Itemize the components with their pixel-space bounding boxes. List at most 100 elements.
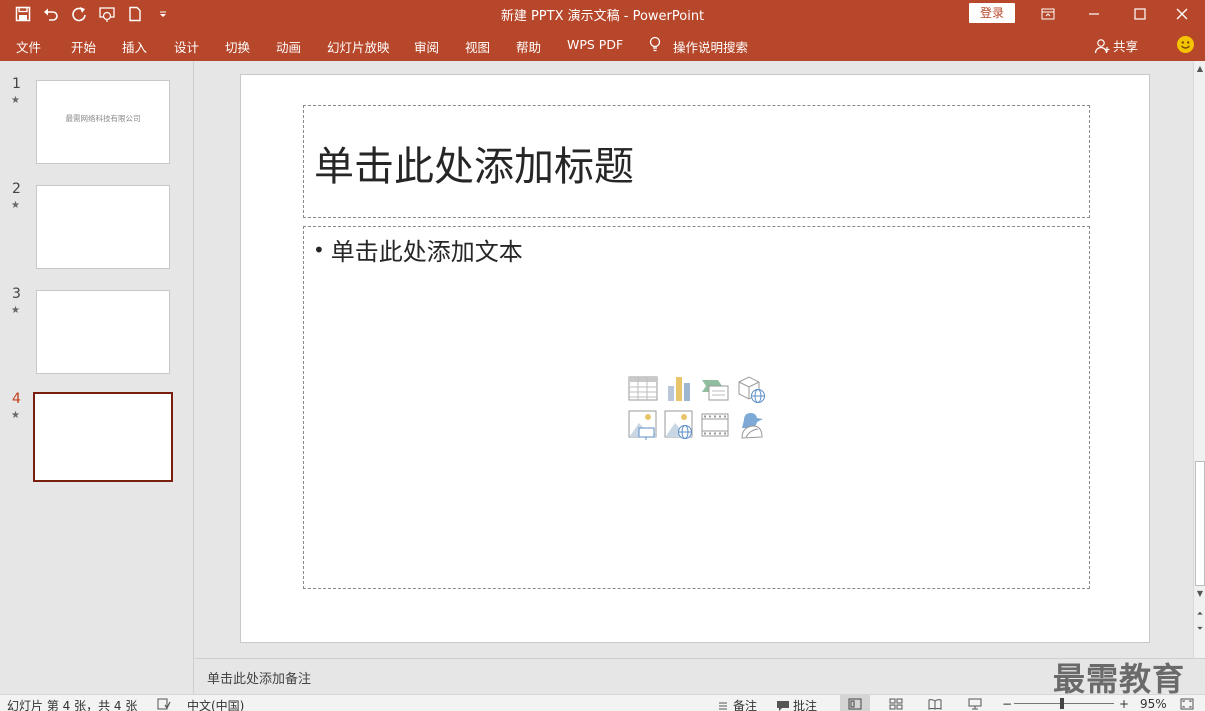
share-person-icon (1094, 38, 1110, 53)
tab-help[interactable]: 帮助 (516, 37, 541, 56)
minimize-icon (1089, 13, 1099, 15)
spellcheck-icon[interactable] (157, 698, 171, 710)
next-slide-icon[interactable]: ⏷ (1195, 624, 1205, 634)
zoom-level[interactable]: 95% (1140, 697, 1167, 711)
customize-dropdown-icon (160, 11, 166, 17)
tab-view[interactable]: 视图 (465, 37, 490, 56)
redo-icon (72, 7, 86, 22)
thumbnail-number: 2 (12, 181, 21, 197)
comments-toggle-button[interactable]: 批注 (776, 697, 817, 711)
normal-view-button[interactable] (840, 695, 870, 711)
tab-wps-pdf[interactable]: WPS PDF (567, 37, 623, 52)
customize-toolbar-button[interactable] (150, 3, 176, 25)
notes-placeholder: 单击此处添加备注 (207, 672, 312, 687)
scroll-down-arrow-icon[interactable]: ▼ (1195, 589, 1205, 599)
present-from-start-button[interactable] (94, 3, 120, 25)
ribbon-display-icon (1041, 8, 1055, 20)
content-placeholder[interactable]: • 单击此处添加文本 (303, 226, 1090, 589)
undo-button[interactable] (38, 3, 64, 25)
status-bar: 幻灯片 第 4 张，共 4 张 中文(中国) 备注 批注 − + 95% (0, 694, 1205, 711)
vertical-scrollbar[interactable]: ▲ ▼ ⏶ ⏷ (1193, 61, 1205, 658)
new-file-icon (129, 6, 141, 22)
animation-star-icon: ★ (11, 200, 20, 211)
close-button[interactable] (1159, 0, 1205, 28)
bullet-line: • 单击此处添加文本 (313, 232, 523, 267)
slideshow-icon (968, 698, 982, 709)
slide-counter: 幻灯片 第 4 张，共 4 张 (7, 699, 138, 711)
thumbnail-number: 1 (12, 76, 21, 92)
title-bar: 新建 PPTX 演示文稿 - PowerPoint 登录 (0, 0, 1205, 28)
comment-icon (777, 700, 789, 711)
scroll-up-arrow-icon[interactable]: ▲ (1195, 64, 1205, 74)
zoom-slider-knob[interactable] (1060, 698, 1064, 709)
tab-home[interactable]: 开始 (71, 37, 96, 56)
tab-file[interactable]: 文件 (16, 37, 41, 56)
slide-sorter-icon (889, 698, 903, 709)
notes-icon (719, 702, 727, 709)
tab-design[interactable]: 设计 (174, 37, 199, 56)
maximize-button[interactable] (1117, 0, 1163, 28)
tell-me-search[interactable]: 操作说明搜索 (673, 37, 748, 56)
present-from-start-icon (99, 7, 115, 22)
title-placeholder[interactable]: 单击此处添加标题 (303, 105, 1090, 218)
scrollbar-thumb[interactable] (1195, 461, 1205, 586)
thumbnail-number-active: 4 (12, 391, 21, 407)
notes-toggle-button[interactable]: 备注 (716, 697, 757, 711)
slide-thumbnail-1[interactable]: 最需网络科技有限公司 (36, 80, 170, 164)
current-slide[interactable]: 单击此处添加标题 • 单击此处添加文本 (240, 74, 1150, 643)
comments-toggle-label: 批注 (793, 699, 818, 711)
feedback-smiley-icon[interactable] (1177, 36, 1194, 53)
insert-icons-icon[interactable] (736, 410, 766, 440)
quick-access-toolbar (10, 3, 176, 25)
new-file-button[interactable] (122, 3, 148, 25)
tab-transitions[interactable]: 切换 (225, 37, 250, 56)
maximize-icon (1134, 8, 1146, 20)
insert-video-icon[interactable] (700, 410, 730, 440)
animation-star-icon: ★ (11, 305, 20, 316)
insert-chart-icon[interactable] (664, 374, 694, 404)
slide-sorter-view-button[interactable] (881, 695, 911, 711)
insert-online-picture-icon[interactable] (664, 410, 694, 440)
fit-to-window-icon[interactable] (1180, 698, 1194, 710)
animation-star-icon: ★ (11, 410, 20, 421)
login-button[interactable]: 登录 (969, 3, 1015, 23)
tab-review[interactable]: 审阅 (414, 37, 439, 56)
close-icon (1176, 8, 1188, 20)
bullet-point: • (313, 237, 325, 262)
insert-table-icon[interactable] (628, 374, 658, 404)
insert-picture-icon[interactable] (628, 410, 658, 440)
thumbnail-text: 最需网络科技有限公司 (65, 114, 141, 123)
normal-view-icon (848, 698, 862, 709)
slide-thumbnail-4-selected[interactable] (33, 392, 173, 482)
ribbon-tab-bar: 文件 开始 插入 设计 切换 动画 幻灯片放映 审阅 视图 帮助 WPS PDF… (0, 28, 1205, 61)
redo-button[interactable] (66, 3, 92, 25)
insert-content-icons (628, 374, 770, 444)
slide-thumbnail-2[interactable] (36, 185, 170, 269)
minimize-button[interactable] (1071, 0, 1117, 28)
save-icon (15, 6, 31, 22)
lightbulb-icon (649, 36, 661, 52)
share-label: 共享 (1113, 39, 1139, 54)
animation-star-icon: ★ (11, 95, 20, 106)
title-placeholder-text: 单击此处添加标题 (314, 144, 634, 190)
ribbon-display-options-button[interactable] (1025, 0, 1071, 28)
save-button[interactable] (10, 3, 36, 25)
previous-slide-icon[interactable]: ⏶ (1195, 609, 1205, 619)
tab-animations[interactable]: 动画 (276, 37, 301, 56)
tab-insert[interactable]: 插入 (122, 37, 147, 56)
language-indicator[interactable]: 中文(中国) (187, 697, 244, 711)
slide-thumbnail-3[interactable] (36, 290, 170, 374)
slideshow-view-button[interactable] (960, 695, 990, 711)
reading-view-button[interactable] (920, 695, 950, 711)
notes-toggle-label: 备注 (733, 699, 758, 711)
tab-slideshow[interactable]: 幻灯片放映 (327, 37, 390, 56)
slide-thumbnail-pane: 1 ★ 最需网络科技有限公司 2 ★ 3 ★ 4 ★ (0, 61, 194, 694)
reading-view-icon (928, 698, 942, 710)
insert-smartart-icon[interactable] (700, 374, 730, 404)
content-placeholder-text: 单击此处添加文本 (330, 238, 523, 266)
zoom-slider-track[interactable] (1014, 703, 1114, 704)
insert-3d-model-icon[interactable] (736, 374, 766, 404)
share-button[interactable]: 共享 (1094, 36, 1138, 55)
zoom-in-button[interactable]: + (1119, 697, 1129, 711)
zoom-out-button[interactable]: − (1002, 697, 1012, 711)
